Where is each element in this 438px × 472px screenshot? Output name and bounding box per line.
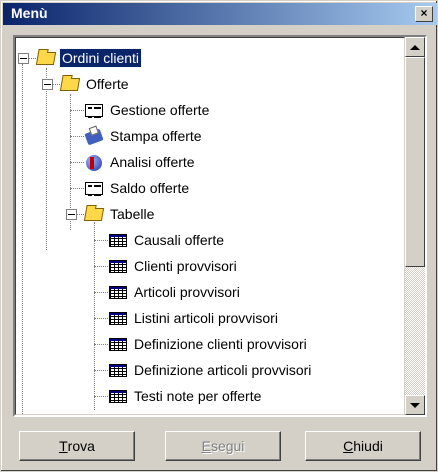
title-bar: Menù × [3,3,437,25]
table-icon [108,257,128,275]
tree-item-label: Stampa offerte [110,128,202,144]
tree-line [94,266,108,267]
find-button[interactable]: Trova [19,431,135,461]
print-icon [84,127,104,146]
tree-item[interactable]: Testi note per offerte [108,384,263,408]
tree-item-label: Clienti provvisori [134,258,237,274]
scroll-up-button[interactable] [405,37,425,57]
menu-tree-panel: Ordini clienti Offerte Gestione offerte Sta… [13,35,427,417]
tree-item-label: Listini articoli provvisori [134,310,278,326]
tree-item[interactable]: Definizione articoli provvisori [108,358,313,382]
tree-line [70,162,84,163]
tree-item[interactable]: Listini articoli provvisori [108,306,280,330]
find-label: rova [67,438,95,454]
execute-mnemonic: E [201,438,211,454]
menu-window: Menù × Ordini clienti Offerte Gestione off… [0,0,438,472]
tree-item[interactable]: Definizione clienti provvisori [108,332,309,356]
tree-item[interactable]: Ordini clienti [35,46,143,70]
tree-item[interactable]: Causali offerte [108,228,226,252]
button-bar: Trova Esegui Chiudi [13,427,427,463]
table-icon [108,387,128,405]
tree-item-label: Causali offerte [134,232,225,248]
table-icon [108,335,128,353]
tree-item-label: Articoli provvisori [134,284,240,300]
tree-line [46,68,47,250]
tree-line [94,292,108,293]
tree-item-label: Analisi offerte [110,154,195,170]
tree-item-label: Tabelle [110,206,155,222]
close-label: hiudi [353,438,383,454]
tree-item[interactable]: Stampa offerte [84,124,204,148]
tree-line [94,222,95,410]
analysis-icon [84,153,104,171]
tree-item[interactable]: Gestione offerte [84,98,211,122]
tree-item[interactable]: Clienti provvisori [108,254,239,278]
arrow-down-icon [410,402,420,408]
scroll-down-button[interactable] [405,395,425,415]
collapse-toggle-icon[interactable] [66,209,77,220]
tree-line [94,396,108,397]
tree-item-label: Definizione articoli provvisori [134,362,312,378]
close-window-button[interactable]: × [415,6,433,22]
table-icon [108,283,128,301]
tree-line [94,240,108,241]
tree-item[interactable]: Saldo offerte [84,176,191,200]
tree-line [94,370,108,371]
tree-item[interactable]: Offerte [59,72,131,96]
tree-line [22,64,23,414]
table-icon [108,231,128,249]
window-title: Menù [11,5,48,21]
tree-item[interactable]: Analisi offerte [84,150,197,174]
close-icon: × [420,6,428,20]
form-icon [84,179,104,197]
vertical-scrollbar[interactable] [405,37,425,415]
tree-item-label: Offerte [86,76,129,92]
execute-label: segui [210,438,245,454]
tree-item-label: Testi note per offerte [134,388,262,404]
form-icon [84,101,104,119]
tree-item-label: Saldo offerte [110,180,190,196]
tree-item-label: Definizione clienti provvisori [134,336,307,352]
arrow-up-icon [410,44,420,50]
tree-item[interactable]: Tabelle [83,202,156,226]
folder-open-icon [35,49,57,67]
tree-line [94,344,108,345]
close-mnemonic: C [343,438,354,454]
menu-tree[interactable]: Ordini clienti Offerte Gestione offerte Sta… [15,37,405,415]
tree-item[interactable]: Articoli provvisori [108,280,242,304]
close-button[interactable]: Chiudi [305,431,421,461]
table-icon [108,361,128,379]
folder-open-icon [83,205,105,223]
tree-line [94,318,108,319]
folder-open-icon [59,75,81,93]
find-mnemonic: T [59,438,68,454]
tree-line [70,188,84,189]
tree-item-label: Ordini clienti [58,48,143,68]
execute-button[interactable]: Esegui [165,431,281,461]
scroll-thumb[interactable] [405,57,425,267]
tree-item-label: Gestione offerte [110,102,210,118]
collapse-toggle-icon[interactable] [18,53,29,64]
tree-line [70,136,84,137]
tree-line [70,110,84,111]
collapse-toggle-icon[interactable] [42,79,53,90]
table-icon [108,309,128,327]
